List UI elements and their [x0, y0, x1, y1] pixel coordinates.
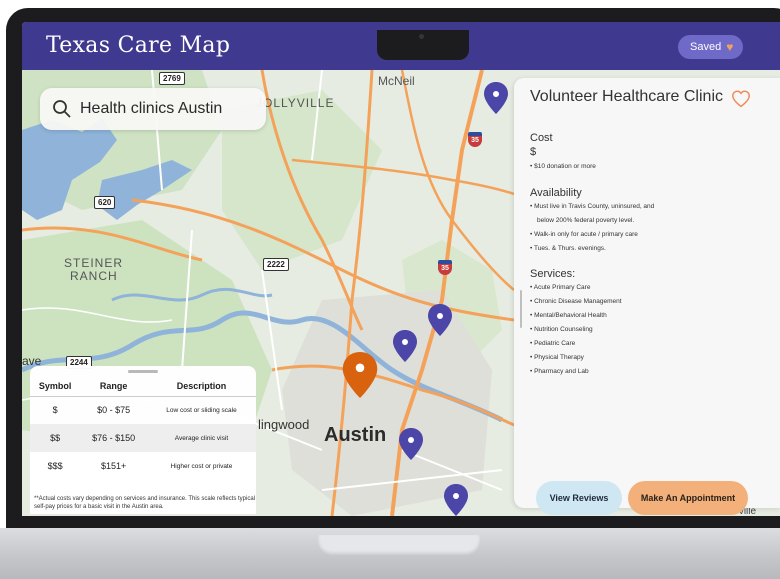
- service-item: Physical Therapy: [530, 351, 622, 365]
- clinic-pin-icon-3[interactable]: [393, 330, 417, 362]
- cost-title: Cost: [530, 132, 553, 144]
- legend-symbol: $$$: [47, 461, 63, 471]
- make-appointment-button[interactable]: Make An Appointment: [628, 481, 748, 515]
- app-title: Texas Care Map: [46, 33, 231, 58]
- clinic-name: Volunteer Healthcare Clinic: [530, 88, 723, 105]
- place-label-ranch: RANCH: [70, 269, 118, 283]
- availability-item: Must live in Travis County, uninsured, a…: [530, 200, 654, 214]
- city-label-austin: Austin: [324, 424, 387, 446]
- legend-drag-handle[interactable]: [128, 370, 158, 373]
- place-label-jollyville: JOLLYVILLE: [256, 96, 335, 110]
- service-item: Pharmacy and Lab: [530, 365, 622, 379]
- camera-notch: [377, 30, 469, 60]
- interstate-shield-icon-2: 35: [438, 260, 452, 275]
- service-item: Chronic Disease Management: [530, 295, 621, 309]
- place-label-mcneil: McNeil: [378, 74, 415, 88]
- legend-header-range: Range: [80, 376, 147, 397]
- saved-button[interactable]: Saved ♥: [678, 35, 744, 59]
- road-shield-620: 620: [94, 196, 116, 209]
- legend-description: Higher cost or private: [170, 462, 233, 470]
- laptop-base-notch: [318, 535, 480, 555]
- search-box[interactable]: Health clinics Austin: [40, 88, 266, 130]
- service-item: Nutrition Counseling: [530, 323, 622, 337]
- legend-row: $$$ $151+ Higher cost or private: [30, 452, 256, 480]
- availability-list: Must live in Travis County, uninsured, a…: [530, 200, 654, 256]
- legend-row: $$ $76 - $150 Average clinic visit: [30, 424, 256, 452]
- road-shield-2222: 2222: [263, 258, 289, 271]
- availability-item: Walk-in only for acute / primary care: [530, 228, 654, 242]
- scrollbar[interactable]: [520, 290, 522, 328]
- camera-icon: [419, 34, 424, 39]
- clinic-pin-icon[interactable]: [484, 82, 508, 114]
- legend-symbol: $: [52, 405, 58, 416]
- legend-range: $76 - $150: [80, 424, 147, 452]
- service-item: Acute Primary Care: [530, 281, 622, 295]
- legend-range: $151+: [100, 461, 127, 471]
- cost-symbol: $: [530, 146, 537, 158]
- view-reviews-button[interactable]: View Reviews: [536, 481, 622, 515]
- legend-header-description: Description: [146, 376, 256, 397]
- legend-description: Low cost or sliding scale: [166, 406, 237, 414]
- services-list: Acute Primary Care Chronic Disease Manag…: [530, 281, 622, 379]
- cost-legend: Symbol Range Description $ $0 - $75 Low …: [30, 366, 256, 514]
- saved-label: Saved: [690, 41, 722, 53]
- heart-filled-icon: ♥: [726, 40, 734, 54]
- availability-title: Availability: [530, 187, 582, 199]
- clinic-pin-icon-2[interactable]: [428, 304, 452, 336]
- availability-item: below 200% federal poverty level.: [537, 217, 635, 224]
- clinic-pin-icon-5[interactable]: [444, 484, 468, 516]
- legend-footnote: **Actual costs vary depending on service…: [34, 496, 256, 510]
- clinic-pin-icon-4[interactable]: [399, 428, 423, 460]
- legend-row: $ $0 - $75 Low cost or sliding scale: [30, 396, 256, 424]
- clinic-detail-panel: Volunteer Healthcare Clinic Cost $ $10 d…: [514, 78, 780, 515]
- service-item: Pediatric Care: [530, 337, 622, 351]
- favorite-heart-icon[interactable]: [730, 88, 752, 110]
- legend-description: Average clinic visit: [146, 424, 256, 452]
- selected-clinic-pin-icon[interactable]: [342, 352, 378, 398]
- cost-list: $10 donation or more: [530, 160, 596, 174]
- screen: Texas Care Map Saved ♥ McNeil JOLLYVILLE…: [22, 22, 780, 516]
- search-input[interactable]: Health clinics Austin: [80, 100, 222, 118]
- place-label-steiner: STEINER: [64, 256, 124, 270]
- cost-item: $10 donation or more: [530, 160, 596, 174]
- services-title: Services:: [530, 268, 576, 280]
- availability-item: Tues. & Thurs. evenings.: [530, 242, 654, 256]
- legend-table: Symbol Range Description $ $0 - $75 Low …: [30, 376, 256, 480]
- legend-symbol: $$: [30, 424, 81, 452]
- legend-range: $0 - $75: [97, 405, 131, 416]
- road-shield-2769: 2769: [159, 72, 185, 85]
- search-icon: [53, 100, 71, 118]
- legend-header-symbol: Symbol: [30, 376, 81, 397]
- place-label-lingwood: lingwood: [258, 417, 310, 432]
- service-item: Mental/Behavioral Health: [530, 309, 622, 323]
- interstate-shield-icon: 35: [468, 132, 482, 147]
